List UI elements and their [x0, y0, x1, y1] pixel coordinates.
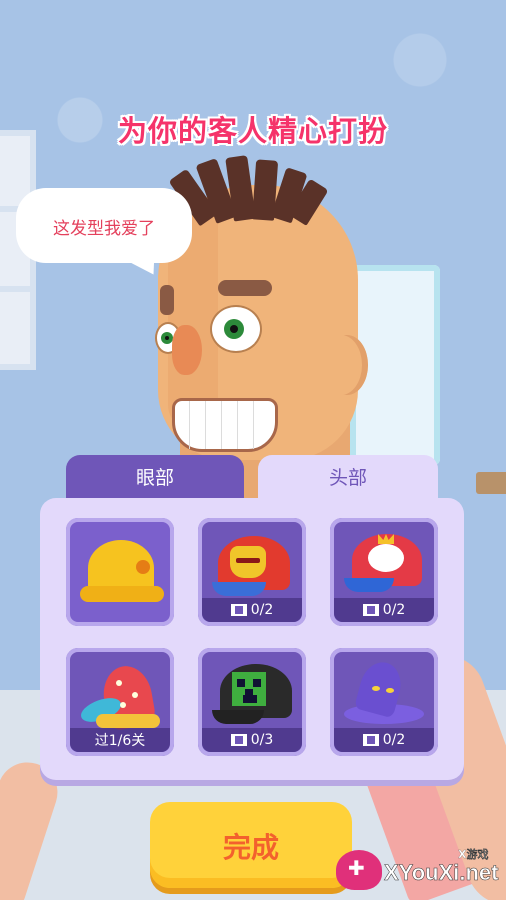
customer-ear	[326, 335, 368, 395]
witch-hat-icon	[338, 657, 430, 730]
item-slot-iron-man-cap[interactable]: 0/2	[198, 518, 306, 626]
item-slot-jester-hat[interactable]: 过1/6关	[66, 648, 174, 756]
item-status: 0/2	[202, 598, 302, 622]
eyebrow	[218, 280, 272, 296]
counter	[476, 472, 506, 494]
customer-eye-right	[210, 305, 262, 353]
customer-nose	[172, 325, 202, 375]
item-status-text: 0/2	[382, 732, 406, 748]
tab-head[interactable]: 头部	[258, 455, 438, 501]
item-slot-bunny-cap[interactable]: 0/2	[330, 518, 438, 626]
video-icon	[230, 604, 247, 616]
item-status: 0/2	[334, 728, 434, 752]
customer-mouth	[172, 398, 278, 452]
done-label: 完成	[222, 831, 279, 864]
done-button[interactable]: 完成	[150, 802, 352, 888]
page-title: 为你的客人精心打扮	[117, 114, 388, 148]
item-slot-witch-hat[interactable]: 0/2	[330, 648, 438, 756]
item-slot-creeper-cap[interactable]: 0/3	[198, 648, 306, 756]
iron-man-cap-icon	[212, 536, 296, 600]
video-icon	[362, 604, 379, 616]
item-status-text: 0/3	[250, 732, 274, 748]
bunny-cap-icon	[344, 534, 428, 598]
video-icon	[230, 734, 247, 746]
item-status-text: 0/2	[250, 602, 274, 618]
item-status-text: 0/2	[382, 602, 406, 618]
jester-hat-icon	[76, 660, 166, 732]
hard-hat-icon	[80, 540, 164, 602]
item-slot-hard-hat[interactable]	[66, 518, 174, 626]
speech-bubble: 这发型我爱了	[16, 188, 192, 263]
gamepad-icon	[336, 850, 382, 890]
item-status: 0/2	[334, 598, 434, 622]
creeper-cap-icon	[212, 664, 296, 728]
item-panel: 0/2 0/2 过1/6关 0/3 0/2	[40, 498, 464, 780]
watermark-text: XYouXi.net	[384, 860, 499, 886]
mohawk-hair	[168, 155, 329, 227]
item-status-text: 过1/6关	[94, 733, 146, 749]
tab-eyes[interactable]: 眼部	[66, 455, 244, 501]
video-icon	[362, 734, 379, 746]
watermark: X游戏 XYouXi.net	[336, 840, 506, 900]
item-status: 过1/6关	[70, 728, 170, 752]
speech-text: 这发型我爱了	[53, 219, 155, 239]
eyebrow-side	[160, 285, 174, 315]
item-status: 0/3	[202, 728, 302, 752]
